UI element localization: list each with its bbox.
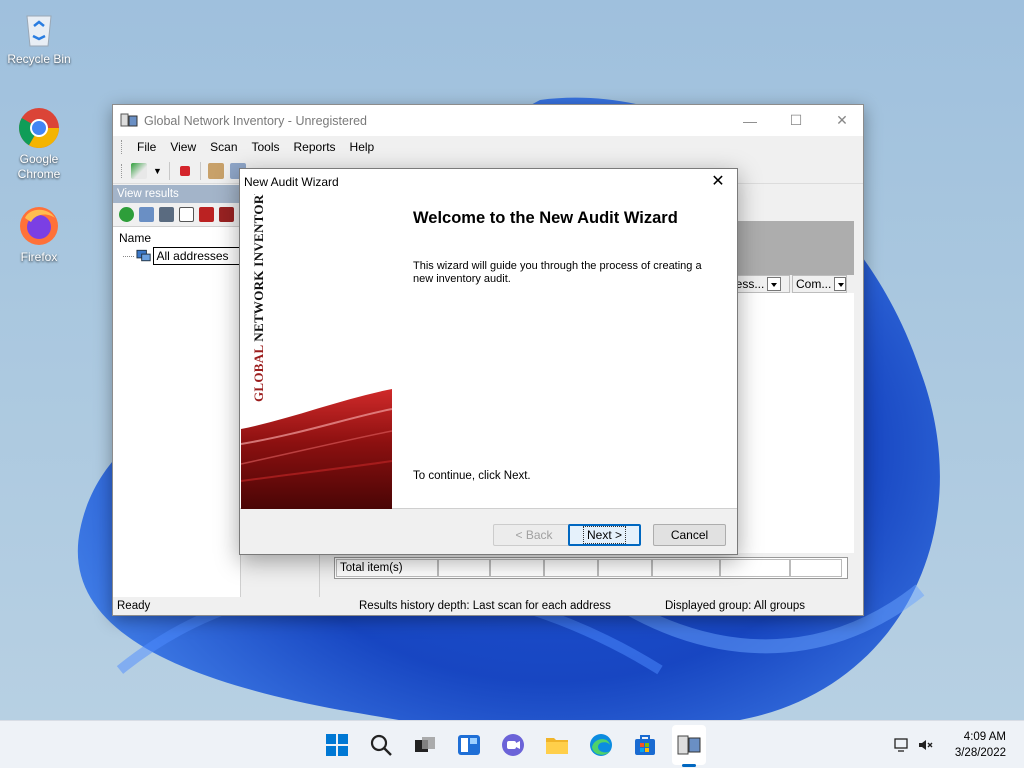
all-addresses-label[interactable]: All addresses — [152, 247, 240, 265]
status-history-depth: Results history depth: Last scan for eac… — [359, 600, 611, 612]
menu-scan[interactable]: Scan — [203, 140, 244, 154]
chrome-label: Google Chrome — [17, 152, 61, 181]
results-header-band — [720, 221, 854, 275]
wizard-banner: GLOBAL NETWORK INVENTORY — [241, 194, 392, 509]
wizard-heading: Welcome to the New Audit Wizard — [413, 209, 678, 227]
users-icon[interactable] — [207, 162, 224, 179]
main-titlebar[interactable]: Global Network Inventory - Unregistered … — [113, 105, 863, 136]
view-results-header: View results — [113, 185, 240, 203]
start-icon[interactable] — [324, 732, 350, 758]
file-explorer-icon[interactable] — [544, 732, 570, 758]
column-header-comment-label: Com... — [796, 277, 832, 291]
menu-reports[interactable]: Reports — [287, 140, 343, 154]
chat-icon[interactable] — [500, 732, 526, 758]
next-button[interactable]: Next > — [568, 524, 641, 546]
total-cell — [544, 559, 598, 577]
menubar: File View Scan Tools Reports Help — [113, 136, 863, 158]
wizard-body: GLOBAL NETWORK INVENTORY Welcome to the … — [240, 194, 737, 509]
column-header-comment[interactable]: Com... — [792, 275, 847, 293]
recycle-bin-icon[interactable]: Recycle Bin — [4, 6, 74, 67]
totals-row: Total item(s) — [334, 557, 848, 579]
scan-wizard-icon[interactable] — [131, 162, 147, 179]
toolbar-separator — [168, 161, 170, 180]
wizard-titlebar[interactable]: New Audit Wizard ✕ — [240, 169, 737, 194]
next-button-label: Next > — [582, 526, 626, 544]
global-network-inventory-taskbar-icon[interactable] — [676, 732, 702, 758]
menubar-grip — [121, 140, 124, 154]
clock[interactable]: 4:09 AM 3/28/2022 — [955, 729, 1006, 761]
total-items-label: Total item(s) — [336, 559, 438, 577]
delete-icon[interactable] — [198, 207, 214, 222]
computers-icon[interactable] — [138, 207, 154, 222]
recycle-bin-label: Recycle Bin — [7, 52, 71, 66]
active-app-indicator — [682, 764, 696, 767]
properties-icon[interactable] — [158, 207, 174, 222]
computer-group-icon — [136, 249, 152, 262]
wizard-description: This wizard will guide you through the p… — [413, 260, 702, 285]
tree-item-all-addresses[interactable]: All addresses — [123, 247, 240, 265]
minimize-button[interactable]: — — [727, 105, 773, 136]
total-cell — [790, 559, 842, 577]
menu-view[interactable]: View — [163, 140, 203, 154]
status-ready: Ready — [117, 600, 151, 612]
wizard-close-button[interactable]: ✕ — [705, 171, 731, 191]
total-cell — [720, 559, 790, 577]
total-cell — [438, 559, 490, 577]
left-pane: View results Name All addresses — [113, 185, 241, 599]
banner-logo-black: NETWORK INVENTORY — [251, 194, 266, 342]
name-column-header: Name — [119, 231, 152, 245]
menu-help[interactable]: Help — [343, 140, 382, 154]
edge-icon[interactable] — [588, 732, 614, 758]
clock-time: 4:09 AM — [963, 731, 1006, 743]
menu-file[interactable]: File — [130, 140, 163, 154]
process-filter-dropdown-icon[interactable] — [767, 277, 782, 291]
left-pane-toolbar — [113, 203, 240, 227]
wizard-continue-text: To continue, click Next. — [413, 470, 531, 482]
delete-all-icon[interactable] — [218, 207, 234, 222]
store-icon[interactable] — [632, 732, 658, 758]
status-displayed-group: Displayed group: All groups — [665, 600, 805, 612]
taskbar: 4:09 AM 3/28/2022 — [0, 720, 1024, 768]
task-view-icon[interactable] — [412, 732, 438, 758]
add-group-icon[interactable] — [118, 207, 134, 222]
maximize-button[interactable]: ☐ — [773, 105, 819, 136]
tree-connector — [123, 255, 135, 257]
total-cell — [490, 559, 544, 577]
chrome-icon[interactable]: Google Chrome — [4, 106, 74, 182]
new-audit-wizard-dialog: New Audit Wizard ✕ GLOBAL NETWORK INVENT… — [239, 168, 738, 555]
banner-red-wave — [241, 389, 392, 509]
clock-date: 3/28/2022 — [954, 747, 1006, 759]
total-cell — [652, 559, 720, 577]
cancel-button[interactable]: Cancel — [653, 524, 726, 546]
menu-tools[interactable]: Tools — [245, 140, 287, 154]
status-bar: Ready Results history depth: Last scan f… — [113, 597, 863, 615]
toolbar-separator — [199, 161, 201, 180]
firefox-icon[interactable]: Firefox — [4, 204, 74, 265]
volume-muted-icon[interactable] — [918, 737, 934, 753]
search-icon[interactable] — [368, 732, 394, 758]
app-icon — [120, 113, 138, 126]
wizard-title: New Audit Wizard — [244, 174, 339, 189]
comment-filter-dropdown-icon[interactable] — [834, 277, 846, 291]
back-button[interactable]: < Back — [493, 524, 575, 546]
close-button[interactable]: ✕ — [819, 105, 865, 136]
stop-icon[interactable] — [179, 165, 190, 176]
dropdown-arrow-icon[interactable]: ▼ — [153, 166, 162, 176]
widgets-icon[interactable] — [456, 732, 482, 758]
main-window-title: Global Network Inventory - Unregistered — [144, 113, 368, 128]
firefox-label: Firefox — [20, 250, 58, 264]
grid-icon[interactable] — [178, 207, 194, 222]
results-grid[interactable] — [720, 293, 854, 553]
toolbar-grip — [121, 163, 124, 178]
total-cell — [598, 559, 652, 577]
banner-logo-text: GLOBAL NETWORK INVENTORY — [251, 194, 267, 402]
network-tray-icon[interactable] — [894, 737, 910, 753]
